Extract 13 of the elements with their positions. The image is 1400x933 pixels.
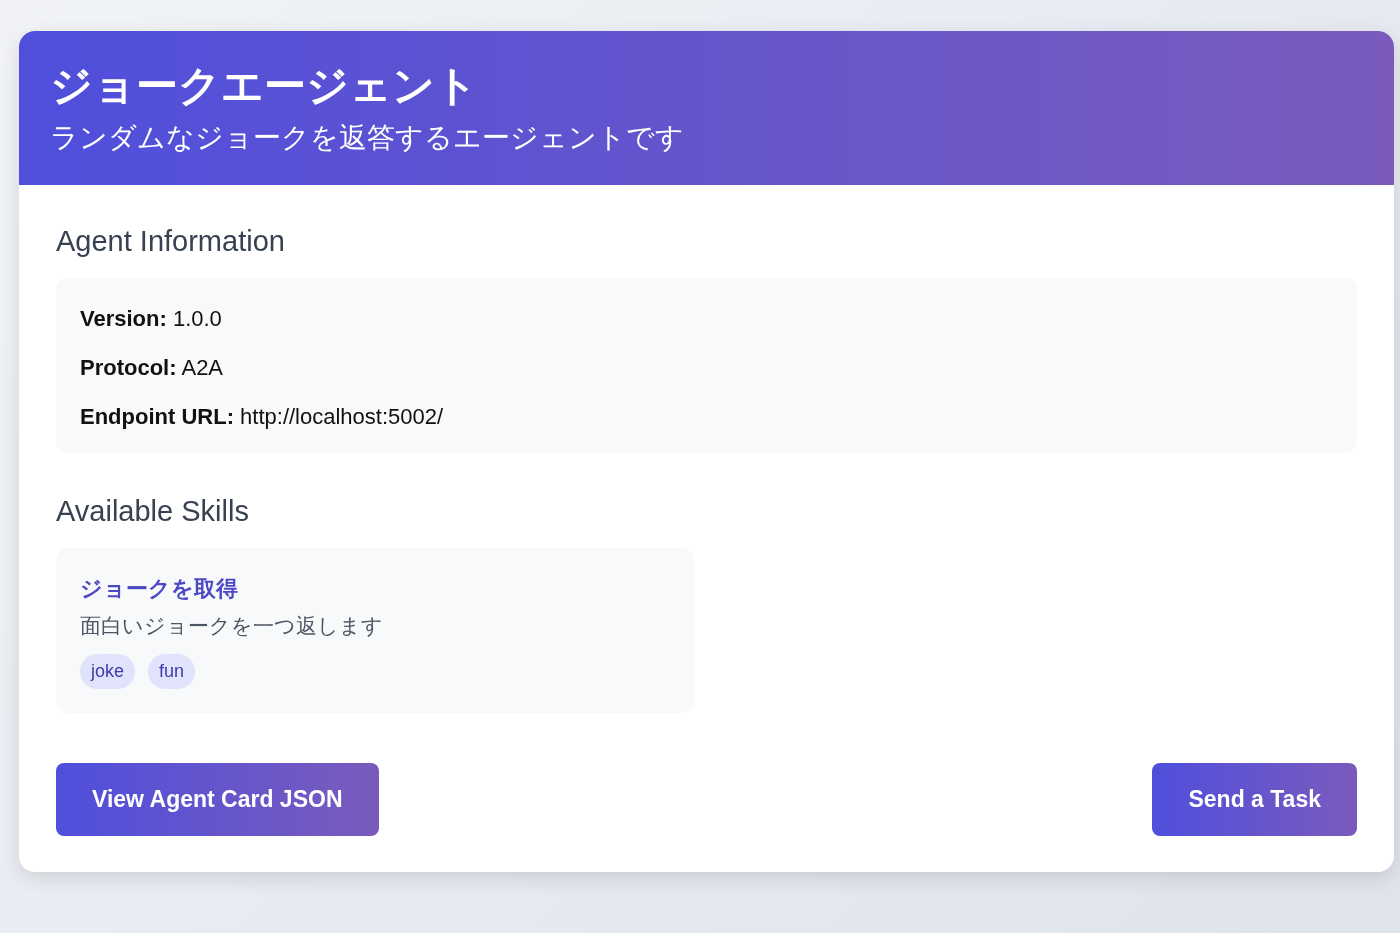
action-button[interactable]: Send a Task xyxy=(1152,762,1357,836)
info-line: Version: 1.0.0 xyxy=(80,304,223,333)
section-heading: Agent Information xyxy=(56,224,286,258)
section-heading: Available Skills xyxy=(56,494,250,528)
skill-name: ジョークを取得 xyxy=(80,574,239,603)
info-line: Endpoint URL: http://localhost:5002/ xyxy=(80,402,445,431)
skill-tag: fun xyxy=(148,653,196,689)
page-title: ジョークエージェント xyxy=(50,63,479,110)
page-subtitle: ランダムなジョークを返答するエージェントです xyxy=(50,121,685,155)
action-button[interactable]: View Agent Card JSON xyxy=(56,762,379,836)
skill-description: 面白いジョークを一つ返します xyxy=(80,612,384,639)
info-line: Protocol: A2A xyxy=(80,353,225,382)
skill-tag: joke xyxy=(80,653,136,689)
